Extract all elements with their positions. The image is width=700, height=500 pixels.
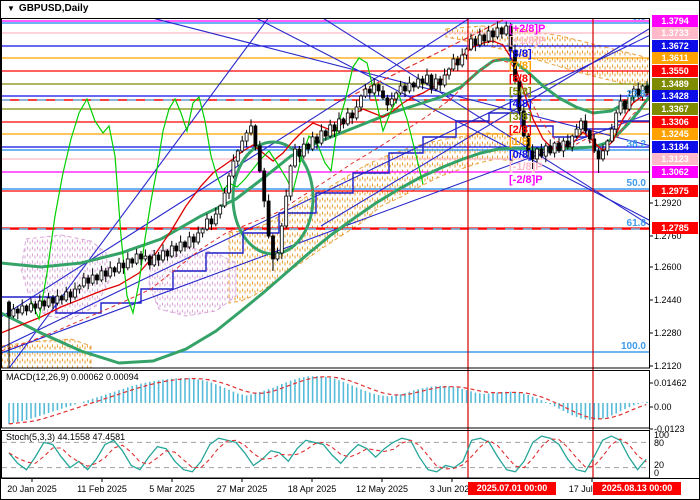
date-label: 11 Feb 2025 [77,484,127,494]
macd-signal-line [8,376,647,425]
macd-axis-tick: 0.01462 [654,378,687,388]
murrey-label: [3/8] [509,111,532,123]
price-tag: 1.3062 [652,166,698,178]
murrey-label: [+1/8]P [509,35,545,47]
chart-window: ▼ GBPUSD,Daily [+2/8]P [+1/8]P [8/8] [7/8] [6… [0,0,700,500]
murrey-label: [4/8] [509,98,532,110]
price-tag: 1.3306 [652,116,698,128]
price-tag: 1.3245 [652,128,698,140]
price-tag: 1.3123 [652,153,698,165]
fib-label: 61.8 [627,218,647,229]
price-tag: 1.3672 [652,40,698,52]
stoch-indicator-label: Stoch(5,3,3) 44.1558 47.4581 [6,432,126,442]
macd-pane [8,376,648,425]
macd-axis-tick: 0.00 [654,402,672,412]
price-tag: 1.3184 [652,141,698,153]
murrey-label: [6/8] [509,73,532,85]
price-tag: 1.3611 [652,52,698,64]
price-tag: 1.3367 [652,103,698,115]
main-pane: [+2/8]P[+1/8]P[8/8][7/8][6/8][5/8][4/8][… [2,12,649,368]
price-tag: 1.2975 [652,185,698,197]
price-axis-tick: 1.2440 [654,295,682,305]
murrey-label: [-1/8]P [509,161,543,173]
stoch-axis-tick: 0 [654,468,660,478]
price-tag: 1.3733 [652,27,698,39]
price-axis-tick: 1.2920 [654,198,682,208]
murrey-label: [7/8] [509,60,532,72]
murrey-label: [5/8] [509,86,532,98]
murrey-label: [0/8] [509,149,532,161]
murrey-label: [+2/8]P [509,23,545,35]
price-tag: 1.3550 [652,65,698,77]
price-axis-tick: 1.2280 [654,328,682,338]
fib-label: 23.6 [627,89,647,100]
symbol-label: GBPUSD,Daily [18,3,89,14]
stoch-axis-tick: 80 [654,438,665,448]
symbol-bar: ▼ GBPUSD,Daily [7,3,88,14]
murrey-label: [2/8] [509,124,532,136]
price-tag: 1.2785 [652,222,698,234]
price-axis-tick: 1.2120 [654,361,682,371]
fib-label: 50.0 [627,178,647,189]
price-tag: 1.3794 [652,15,698,27]
murrey-label: [8/8] [509,48,532,60]
price-axis-tick: 1.2600 [654,262,682,272]
date-label: 18 Apr 2025 [287,484,337,494]
price-tag: 1.3489 [652,78,698,90]
chart-canvas[interactable]: [+2/8]P [+1/8]P [8/8] [7/8] [6/8] [5/8] [4/8][… [1,1,699,499]
event-timestamp-box: 2025.08.13 00:00 [593,482,681,495]
chevron-down-icon[interactable]: ▼ [7,4,15,13]
price-tag: 1.3428 [652,90,698,102]
fib-label: 38.2 [627,139,647,150]
date-label: 5 Mar 2025 [149,484,195,494]
date-label: 12 May 2025 [355,484,409,494]
event-timestamp-box: 2025.07.01 00:00 [468,482,556,495]
date-label: 20 Jan 2025 [7,484,57,494]
macd-indicator-label: MACD(12,26,9) 0.00062 0.00094 [6,372,139,382]
fib-label: 0.8 [632,12,646,23]
stoch-d-line [8,438,647,470]
murrey-label: [1/8] [509,136,532,148]
murrey-label: [-2/8]P [509,174,543,186]
date-label: 27 Mar 2025 [216,484,268,494]
fib-label: 100.0 [621,341,646,352]
